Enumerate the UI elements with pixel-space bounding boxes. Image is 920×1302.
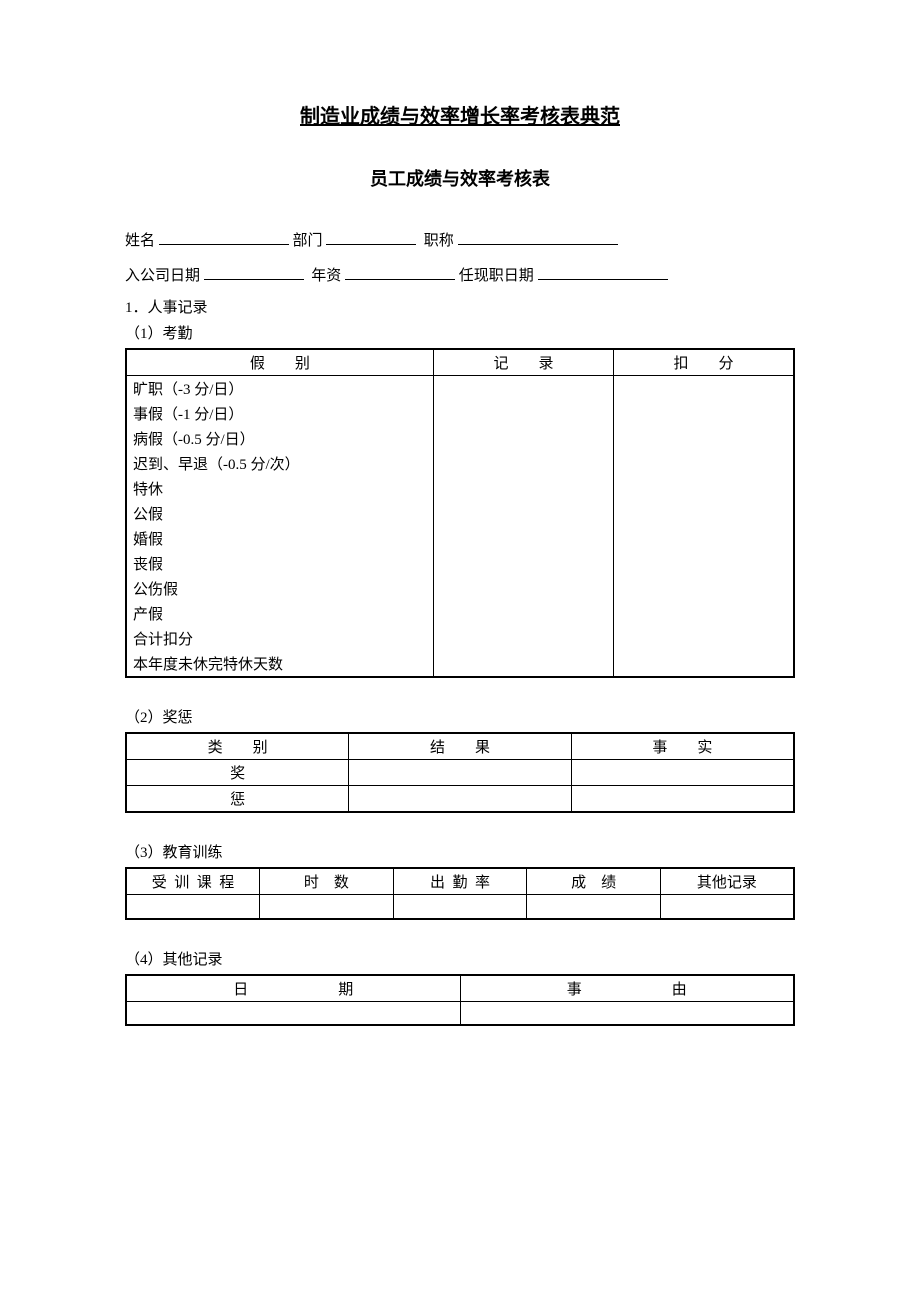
- seniority-blank[interactable]: [345, 263, 455, 280]
- t2-h1: 类别: [178, 740, 298, 756]
- dept-blank[interactable]: [326, 229, 416, 246]
- table-row: 惩: [126, 786, 794, 813]
- sub-3-heading: （3）教育训练: [125, 841, 795, 865]
- info-line-1: 姓名 部门 职称: [125, 227, 795, 256]
- table-row: [126, 1001, 794, 1025]
- table-row: 丧假: [126, 551, 794, 576]
- sub-4-heading: （4）其他记录: [125, 948, 795, 972]
- t3-h1: 受训课程: [144, 875, 242, 891]
- attendance-table: 假别 记录 扣分 旷职（-3 分/日） 事假（-1 分/日） 病假（-0.5 分…: [125, 348, 795, 678]
- table-row: 特休: [126, 476, 794, 501]
- t1-h3: 扣分: [644, 356, 764, 372]
- table-row: [126, 895, 794, 919]
- document-title: 制造业成绩与效率增长率考核表典范: [125, 100, 795, 129]
- t2-h3: 事实: [622, 740, 742, 756]
- name-label: 姓名: [125, 233, 155, 249]
- table-row: 病假（-0.5 分/日）: [126, 426, 794, 451]
- section-1-heading: 1．人事记录: [125, 296, 795, 320]
- table-row: 本年度未休完特休天数: [126, 651, 794, 677]
- table-row: 迟到、早退（-0.5 分/次）: [126, 451, 794, 476]
- document-subtitle: 员工成绩与效率考核表: [125, 165, 795, 191]
- table-row: 合计扣分: [126, 626, 794, 651]
- table-row: 旷职（-3 分/日）: [126, 376, 794, 402]
- t1-h2: 记录: [463, 356, 583, 372]
- dept-label: 部门: [293, 233, 323, 249]
- t3-h2: 时数: [289, 875, 364, 891]
- table-row: 公假: [126, 501, 794, 526]
- join-blank[interactable]: [204, 263, 304, 280]
- join-label: 入公司日期: [125, 268, 200, 284]
- t1-h1: 假别: [220, 356, 340, 372]
- other-record-table: 日期 事由: [125, 974, 795, 1027]
- t4-h1: 日期: [143, 982, 443, 998]
- t3-h4: 成绩: [556, 875, 631, 891]
- current-label: 任现职日期: [459, 268, 534, 284]
- table-row: 奖: [126, 760, 794, 786]
- t3-h3: 出勤率: [422, 875, 497, 891]
- title-blank[interactable]: [458, 229, 618, 246]
- name-blank[interactable]: [159, 229, 289, 246]
- t3-h5: 其他记录: [697, 875, 757, 891]
- table-row: 公伤假: [126, 576, 794, 601]
- reward-punish-table: 类别 结果 事实 奖 惩: [125, 732, 795, 813]
- t2-h2: 结果: [400, 740, 520, 756]
- t4-h2: 事由: [477, 982, 777, 998]
- seniority-label: 年资: [311, 268, 341, 284]
- current-blank[interactable]: [538, 263, 668, 280]
- title-label: 职称: [424, 233, 454, 249]
- table-row: 事假（-1 分/日）: [126, 401, 794, 426]
- table-row: 婚假: [126, 526, 794, 551]
- sub-2-heading: （2）奖惩: [125, 706, 795, 730]
- training-table: 受训课程 时数 出勤率 成绩 其他记录: [125, 867, 795, 920]
- table-row: 产假: [126, 601, 794, 626]
- info-line-2: 入公司日期 年资 任现职日期: [125, 262, 795, 291]
- sub-1-heading: （1）考勤: [125, 322, 795, 346]
